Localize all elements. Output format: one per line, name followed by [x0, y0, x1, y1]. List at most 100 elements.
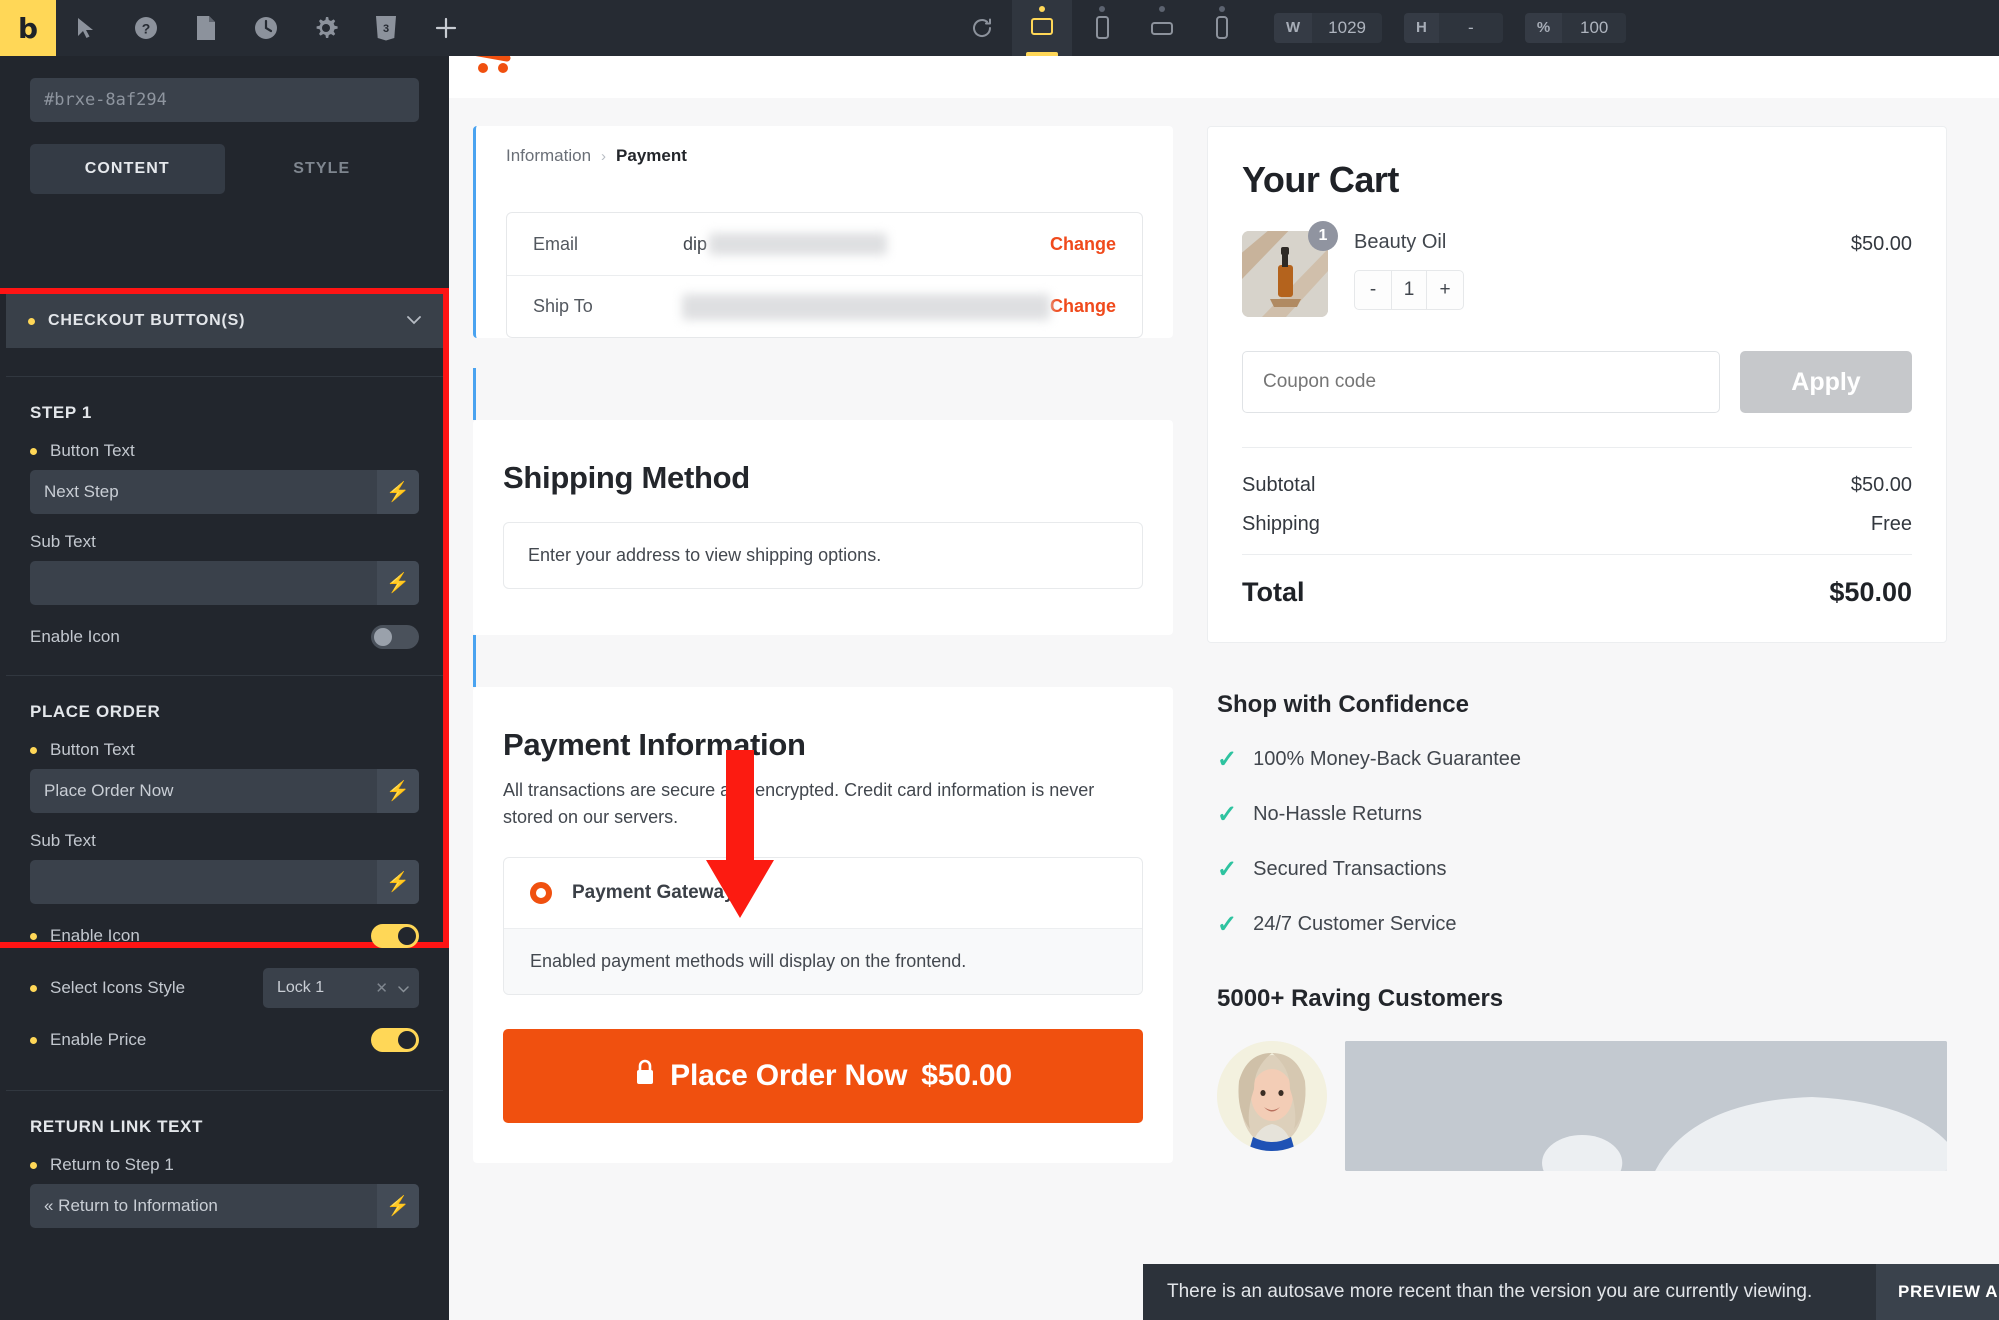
subtotal-row: Subtotal $50.00 [1242, 474, 1912, 497]
width-control[interactable]: W 1029 [1274, 13, 1382, 43]
settings-sidebar: #brxe-8af294 CONTENT STYLE CHECKOUT BUTT… [0, 56, 449, 1320]
change-email-link[interactable]: Change [1050, 234, 1116, 255]
bricks-logo[interactable]: b [0, 0, 56, 56]
list-item: ✓ 24/7 Customer Service [1217, 910, 1947, 939]
clear-icon[interactable]: ✕ [375, 979, 388, 997]
email-visible-text: dip [683, 233, 708, 254]
list-item: ✓ No-Hassle Returns [1217, 800, 1947, 829]
annotation-arrow [706, 750, 774, 918]
refresh-icon[interactable] [952, 0, 1012, 56]
check-icon: ✓ [1217, 911, 1238, 938]
dynamic-data-icon[interactable]: ⚡ [377, 1184, 419, 1228]
place-order-button-text-input-wrap[interactable]: ⚡ [30, 769, 419, 813]
cart-panel: Your Cart 1 Beauty Oil - 1 + $50.00 Coup… [1207, 126, 1947, 643]
label-wrap: Button Text [30, 740, 135, 760]
dynamic-data-icon[interactable]: ⚡ [377, 769, 419, 813]
step1-button-text-label: Button Text [50, 441, 135, 460]
change-address-link[interactable]: Change [1050, 296, 1116, 317]
cursor-icon[interactable] [56, 0, 116, 56]
tab-content[interactable]: CONTENT [30, 144, 225, 194]
element-id-value: #brxe-8af294 [44, 90, 167, 110]
step1-button-text-input-wrap[interactable]: ⚡ [30, 470, 419, 514]
place-order-button-label: Place Order Now [670, 1059, 908, 1092]
select-icons-style-dropdown[interactable]: Lock 1 ✕ [263, 968, 419, 1008]
device-status-dot [1159, 6, 1165, 12]
checkout-main-column: Information › Payment Email dip Change S… [473, 126, 1173, 1320]
quantity-stepper[interactable]: - 1 + [1354, 270, 1464, 310]
help-icon[interactable]: ? [116, 0, 176, 56]
place-order-enable-icon-label: Enable Icon [50, 926, 140, 945]
breadcrumb-payment: Payment [616, 146, 687, 165]
device-tablet-portrait[interactable] [1072, 0, 1132, 56]
pages-icon[interactable] [176, 0, 236, 56]
row-po-enable-price: Enable Price [6, 1008, 443, 1052]
height-value[interactable]: - [1438, 13, 1503, 43]
place-order-sub-text-input[interactable] [30, 860, 377, 904]
table-row: Ship To Change [507, 275, 1142, 337]
width-value[interactable]: 1029 [1312, 13, 1382, 43]
breadcrumb-information[interactable]: Information [506, 146, 591, 166]
place-order-button[interactable]: Place Order Now $50.00 [503, 1029, 1143, 1123]
select-icons-style-value: Lock 1 [277, 979, 325, 996]
device-tablet-landscape[interactable] [1132, 0, 1192, 56]
group-title-return-link: RETURN LINK TEXT [30, 1117, 203, 1136]
place-order-button-text-input[interactable] [30, 769, 377, 813]
total-value: $50.00 [1829, 577, 1912, 607]
modified-dot-icon [28, 317, 35, 325]
place-order-enable-icon-toggle[interactable] [371, 924, 419, 948]
email-label: Email [533, 233, 579, 254]
zoom-value[interactable]: 100 [1562, 13, 1627, 43]
enable-price-toggle[interactable] [371, 1028, 419, 1052]
row-step1-button-text-label: Button Text [6, 423, 443, 461]
label-wrap: Enable Price [30, 1030, 146, 1050]
dynamic-data-icon[interactable]: ⚡ [377, 561, 419, 605]
add-icon[interactable] [416, 0, 476, 56]
apply-coupon-button[interactable]: Apply [1740, 351, 1912, 413]
chevron-right-icon: › [601, 147, 607, 165]
preview-autosave-button[interactable]: PREVIEW AUTOSAVE [1876, 1264, 1999, 1320]
label-wrap: Button Text [30, 441, 135, 461]
cart-title: Your Cart [1242, 159, 1399, 200]
tab-style[interactable]: STYLE [225, 144, 420, 194]
payment-gateway-option[interactable]: Payment Gateway [504, 858, 1142, 928]
device-desktop[interactable] [1012, 0, 1072, 56]
step1-sub-text-input[interactable] [30, 561, 377, 605]
step1-sub-text-input-wrap[interactable]: ⚡ [30, 561, 419, 605]
chevron-down-icon[interactable] [407, 312, 421, 330]
place-order-sub-text-label: Sub Text [30, 831, 96, 850]
return-link-input-wrap[interactable]: ⚡ [30, 1184, 419, 1228]
modified-dot-icon [30, 984, 37, 992]
check-icon: ✓ [1217, 856, 1238, 883]
css-icon[interactable]: 3 [356, 0, 416, 56]
step1-enable-icon-toggle[interactable] [371, 625, 419, 649]
raving-customers-heading: 5000+ Raving Customers [1217, 985, 1504, 1012]
element-id-field[interactable]: #brxe-8af294 [30, 78, 419, 122]
history-icon[interactable] [236, 0, 296, 56]
return-link-input[interactable] [30, 1184, 377, 1228]
shipping-value: Free [1870, 513, 1912, 535]
cart-item-details: Beauty Oil - 1 + [1354, 231, 1825, 310]
select-controls: ✕ [375, 979, 409, 997]
list-item: ✓ 100% Money-Back Guarantee [1217, 745, 1947, 774]
qty-increase-button[interactable]: + [1427, 271, 1463, 309]
step1-button-text-input[interactable] [30, 470, 377, 514]
dynamic-data-icon[interactable]: ⚡ [377, 860, 419, 904]
avatar [1217, 1041, 1327, 1151]
height-control[interactable]: H - [1404, 13, 1503, 43]
section-gap-1 [473, 368, 1173, 420]
qty-decrease-button[interactable]: - [1355, 271, 1391, 309]
zoom-control[interactable]: % 100 [1524, 13, 1627, 43]
dynamic-data-icon[interactable]: ⚡ [377, 470, 419, 514]
email-value: dip [683, 233, 1050, 255]
settings-icon[interactable] [296, 0, 356, 56]
row-po-select-icons: Select Icons Style Lock 1 ✕ [6, 948, 443, 1008]
place-order-sub-text-input-wrap[interactable]: ⚡ [30, 860, 419, 904]
chevron-down-icon[interactable] [398, 980, 409, 997]
shop-logo-icon [473, 56, 533, 95]
radio-selected-icon[interactable] [530, 882, 552, 904]
section-gap-2 [473, 635, 1173, 687]
device-mobile[interactable] [1192, 0, 1252, 56]
qty-value[interactable]: 1 [1391, 271, 1427, 309]
coupon-input[interactable] [1242, 351, 1720, 413]
section-checkout-buttons[interactable]: CHECKOUT BUTTON(S) [6, 294, 443, 348]
